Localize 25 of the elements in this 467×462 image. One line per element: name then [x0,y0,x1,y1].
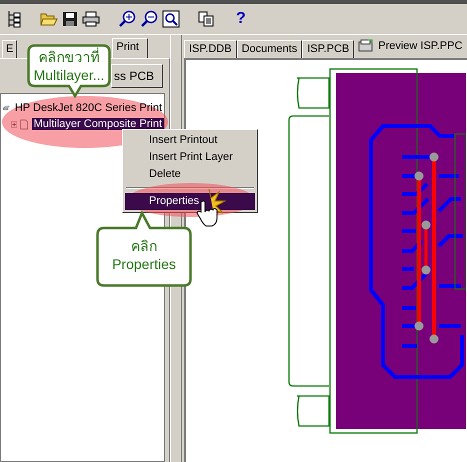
document-tab[interactable]: Preview ISP.PPC [354,37,466,58]
help-button[interactable]: ? [232,10,250,28]
menu-item[interactable]: Insert Printout [125,132,255,149]
tree-item[interactable]: Multilayer Composite Print [32,118,164,130]
expand-icon[interactable] [11,120,18,128]
panel-tab[interactable]: Print [112,38,148,58]
menu-item[interactable]: Properties [125,193,255,210]
tree-icon[interactable] [6,10,22,28]
panel-button[interactable]: ss PCB [110,64,163,88]
copy-icon[interactable] [198,11,214,27]
zoom-page-icon[interactable] [162,10,180,28]
panel-tab[interactable]: E [2,40,18,58]
callout-text: คลิก [131,237,157,255]
zoom-out-icon[interactable] [140,10,158,28]
folder-icon[interactable] [40,11,58,27]
callout-text: Properties [112,255,176,273]
tree-item[interactable]: HP DeskJet 820C Series Print [12,102,164,114]
zoom-in-icon[interactable] [118,10,136,28]
menu-item[interactable]: Insert Print Layer [125,149,255,166]
printer-icon [358,39,374,53]
printer-icon[interactable] [82,11,100,27]
callout-text: คลิกขวาที่ [38,48,100,66]
callout-text: Multilayer... [34,66,104,84]
document-icon [20,116,29,132]
menu-item[interactable]: Delete [125,166,255,183]
